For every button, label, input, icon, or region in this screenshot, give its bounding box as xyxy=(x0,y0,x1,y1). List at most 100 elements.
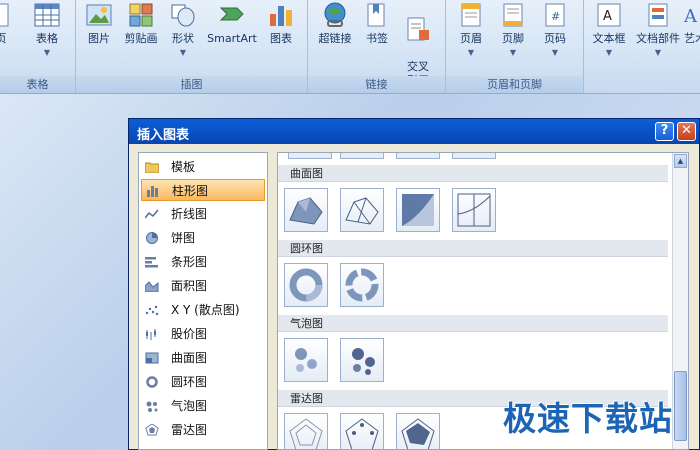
ribbon-group-table: 页 表格 ▼ 表格 xyxy=(0,0,76,93)
table-button[interactable]: 表格 ▼ xyxy=(30,2,64,60)
chevron-down-icon: ▼ xyxy=(605,48,613,57)
chart-thumbnail[interactable] xyxy=(452,153,496,159)
category-bar[interactable]: 条形图 xyxy=(141,251,265,273)
category-column[interactable]: 柱形图 xyxy=(141,179,265,201)
doughnut-thumbnail[interactable] xyxy=(284,263,328,307)
surface-chart-icon xyxy=(145,352,159,364)
section-header-surface: 曲面图 xyxy=(278,165,668,182)
doughnut-chart-icon xyxy=(146,376,158,388)
page-number-button[interactable]: # 页码 ▼ xyxy=(538,2,572,60)
quick-parts-button-label: 文档部件 xyxy=(636,32,680,45)
dialog-titlebar[interactable]: 插入图表 ? ✕ xyxy=(129,119,699,144)
chevron-down-icon: ▼ xyxy=(179,48,187,57)
ribbon-group-title: 链接 xyxy=(308,76,445,93)
category-radar[interactable]: 雷达图 xyxy=(141,419,265,441)
ribbon-group-title: 插图 xyxy=(76,76,307,93)
section-header-doughnut: 圆环图 xyxy=(278,240,668,257)
radar-markers-thumbnail[interactable] xyxy=(340,413,384,449)
scrollbar-thumb[interactable] xyxy=(674,371,687,441)
chart-thumbnail[interactable] xyxy=(288,153,332,159)
cross-reference-icon xyxy=(405,16,431,42)
shapes-icon xyxy=(170,2,196,28)
ribbon-group-text: A 文本框 ▼ 文档部件 ▼ A 艺术 xyxy=(584,0,700,93)
category-template[interactable]: 模板 xyxy=(141,156,265,178)
table-button-label: 表格 xyxy=(36,32,58,45)
stock-chart-icon xyxy=(146,329,156,340)
picture-button[interactable]: 图片 xyxy=(82,2,116,46)
exploded-doughnut-icon xyxy=(345,268,379,302)
footer-icon xyxy=(500,2,526,28)
category-scatter[interactable]: X Y (散点图) xyxy=(141,299,265,321)
surface-contour-wireframe-thumbnail[interactable] xyxy=(452,188,496,232)
chevron-down-icon: ▼ xyxy=(43,48,51,57)
surface-wireframe-thumbnail[interactable] xyxy=(340,188,384,232)
chevron-down-icon: ▼ xyxy=(654,48,662,57)
wordart-button[interactable]: A 艺术 xyxy=(682,2,700,46)
header-button[interactable]: 页眉 ▼ xyxy=(454,2,488,60)
quick-parts-button[interactable]: 文档部件 ▼ xyxy=(632,2,684,60)
bubble-icon xyxy=(295,348,317,372)
smartart-button[interactable]: SmartArt xyxy=(204,2,260,46)
chart-button-label: 图表 xyxy=(270,32,292,45)
header-icon xyxy=(458,2,484,28)
chart-thumbnail[interactable] xyxy=(396,153,440,159)
radar-chart-icon xyxy=(145,424,159,436)
shapes-button[interactable]: 形状 ▼ xyxy=(166,2,200,60)
watermark-text: 极速下载站 xyxy=(503,399,673,438)
doughnut-icon xyxy=(289,268,323,302)
area-chart-icon xyxy=(145,281,159,292)
surface-3d-thumbnail[interactable] xyxy=(284,188,328,232)
clipart-button[interactable]: 剪贴画 xyxy=(120,2,162,46)
close-button[interactable]: ✕ xyxy=(677,122,696,141)
category-area[interactable]: 面积图 xyxy=(141,275,265,297)
filled-radar-thumbnail[interactable] xyxy=(396,413,440,449)
filled-radar-icon xyxy=(401,418,435,449)
scatter-chart-icon xyxy=(145,305,159,316)
globe-link-icon xyxy=(322,2,348,28)
footer-button[interactable]: 页脚 ▼ xyxy=(496,2,530,60)
ribbon: 页 表格 ▼ 表格 图片 剪贴画 形状 ▼ SmartArt 图表 插图 超链接… xyxy=(0,0,700,94)
page-number-icon: # xyxy=(542,2,568,28)
category-pie[interactable]: 饼图 xyxy=(141,227,265,249)
category-stock[interactable]: 股价图 xyxy=(141,323,265,345)
footer-button-label: 页脚 xyxy=(502,32,524,45)
bubble-3d-icon xyxy=(352,348,375,375)
page-icon xyxy=(0,2,16,28)
category-line[interactable]: 折线图 xyxy=(141,203,265,225)
surface-3d-icon xyxy=(289,197,323,225)
surface-contour-wireframe-icon xyxy=(457,193,491,227)
radar-icon xyxy=(289,418,323,449)
category-surface[interactable]: 曲面图 xyxy=(141,347,265,369)
ribbon-group-links: 超链接 书签 交叉 引用 链接 xyxy=(308,0,446,93)
clipart-icon xyxy=(128,2,154,28)
bubble-thumbnail[interactable] xyxy=(284,338,328,382)
bubble-chart-icon xyxy=(146,401,158,412)
bookmark-button[interactable]: 书签 xyxy=(360,2,394,46)
bubble-3d-thumbnail[interactable] xyxy=(340,338,384,382)
picture-icon xyxy=(86,2,112,28)
radar-thumbnail[interactable] xyxy=(284,413,328,449)
page-button[interactable]: 页 xyxy=(0,2,12,46)
page-number-button-label: 页码 xyxy=(544,32,566,45)
ribbon-group-header-footer: 页眉 ▼ 页脚 ▼ # 页码 ▼ 页眉和页脚 xyxy=(446,0,584,93)
ribbon-group-title: 页眉和页脚 xyxy=(446,76,583,93)
gallery-scrollbar[interactable]: ▲ xyxy=(672,153,688,449)
shapes-button-label: 形状 xyxy=(172,32,194,45)
category-doughnut[interactable]: 圆环图 xyxy=(141,371,265,393)
textbox-button[interactable]: A 文本框 ▼ xyxy=(588,2,630,60)
bookmark-button-label: 书签 xyxy=(366,32,388,45)
chart-button[interactable]: 图表 xyxy=(264,2,298,46)
hyperlink-button[interactable]: 超链接 xyxy=(314,2,356,46)
folder-icon xyxy=(145,162,159,173)
help-button[interactable]: ? xyxy=(655,122,674,141)
wordart-button-label: 艺术 xyxy=(684,32,700,45)
chart-thumbnail[interactable] xyxy=(340,153,384,159)
category-bubble[interactable]: 气泡图 xyxy=(141,395,265,417)
svg-text:#: # xyxy=(551,10,560,23)
svg-text:A: A xyxy=(603,9,612,24)
surface-contour-thumbnail[interactable] xyxy=(396,188,440,232)
quick-parts-icon xyxy=(645,2,671,28)
scroll-up-arrow-icon[interactable]: ▲ xyxy=(674,154,687,168)
exploded-doughnut-thumbnail[interactable] xyxy=(340,263,384,307)
chevron-down-icon: ▼ xyxy=(509,48,517,57)
